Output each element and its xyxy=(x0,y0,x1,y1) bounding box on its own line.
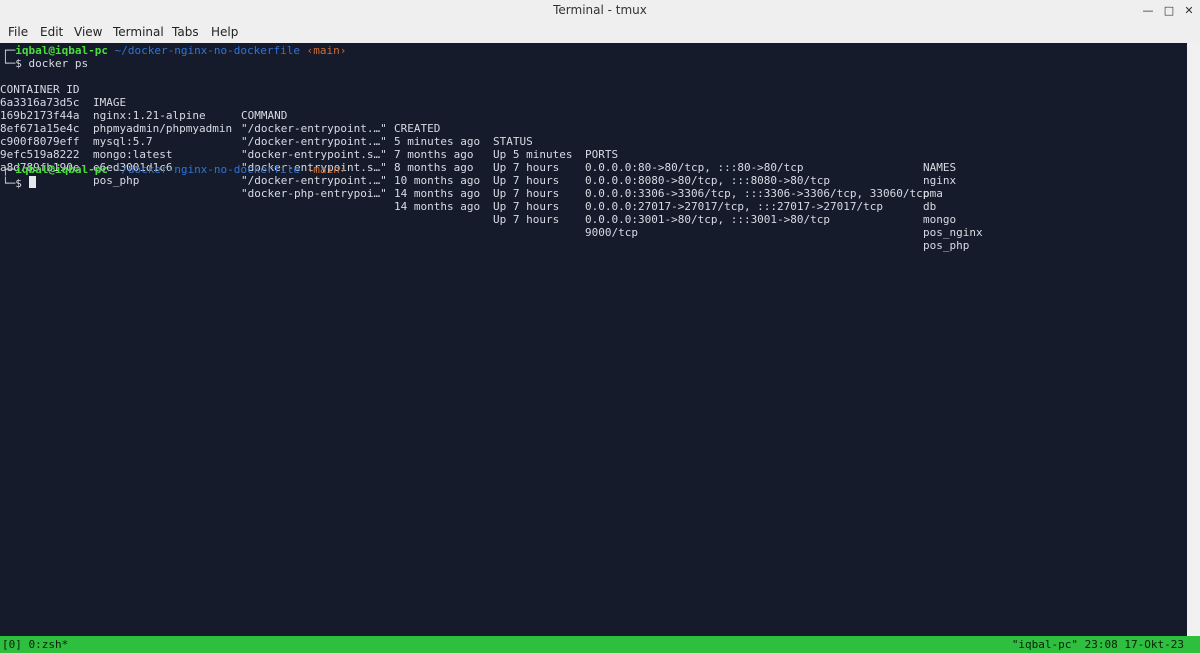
ps-cell: nginx:1.21-alpine xyxy=(93,109,206,122)
ps-cell: Up 7 hours xyxy=(493,174,560,187)
prompt-path: ~/docker-nginx-no-dockerfile xyxy=(114,163,301,176)
menu-tabs[interactable]: Tabs xyxy=(172,25,199,39)
ps-cell: "/docker-entrypoint.…" xyxy=(241,135,387,148)
ps-cell: pos_nginx xyxy=(923,226,983,239)
tmux-status-bar: [0] 0:zsh* "iqbal-pc" 23:08 17-Okt-23 xyxy=(0,636,1200,653)
prompt-user: iqbal@iqbal-pc xyxy=(15,163,108,176)
terminal-pane[interactable]: ┌─iqbal@iqbal-pc ~/docker-nginx-no-docke… xyxy=(0,43,1187,636)
table-row: 169b2173f44a phpmyadmin/phpmyadmin "/doc… xyxy=(0,96,943,200)
prompt-branch: ‹main› xyxy=(306,44,347,57)
ps-cell: "docker-php-entrypoi…" xyxy=(241,187,387,200)
ps-cell: 8 months ago xyxy=(394,161,474,174)
prompt-corner-icon: └─ xyxy=(2,177,16,190)
tmux-status-right: "iqbal-pc" 23:08 17-Okt-23 xyxy=(1011,638,1184,651)
tmux-window-list[interactable]: [0] 0:zsh* xyxy=(2,636,68,653)
ps-cell: 14 months ago xyxy=(394,187,481,200)
ps-cell: 0.0.0.0:3001->80/tcp, :::3001->80/tcp xyxy=(585,213,831,226)
ps-cell: phpmyadmin/phpmyadmin xyxy=(93,122,233,135)
ps-cell: Up 7 hours xyxy=(493,213,560,226)
title-bar: Terminal - tmux — □ ✕ xyxy=(0,0,1200,23)
window-title: Terminal - tmux xyxy=(553,3,647,17)
prompt-corner-icon: ┌─ xyxy=(2,44,16,57)
menu-view[interactable]: View xyxy=(74,25,102,39)
ps-cell: mongo xyxy=(923,213,957,226)
ps-cell: Up 5 minutes xyxy=(493,148,573,161)
ps-header-row: CONTAINER ID IMAGE COMMAND CREATED STATU… xyxy=(0,70,956,174)
cursor-icon xyxy=(28,176,36,188)
table-row: c900f8079eff mongo:latest "docker-entryp… xyxy=(0,122,956,226)
ps-cell: mongo:latest xyxy=(93,148,173,161)
ps-cell: 14 months ago xyxy=(394,200,481,213)
ps-cell: "/docker-entrypoint.…" xyxy=(241,122,387,135)
ps-header-cell: COMMAND xyxy=(241,109,288,122)
ps-cell: nginx xyxy=(923,174,957,187)
ps-cell: Up 7 hours xyxy=(493,161,560,174)
ps-cell: 0.0.0.0:27017->27017/tcp, :::27017->2701… xyxy=(585,200,884,213)
ps-cell: pos_php xyxy=(923,239,970,252)
table-row: 9efc519a8222 e6ed3001d1c6 "/docker-entry… xyxy=(0,135,983,239)
ps-cell: 0.0.0.0:3306->3306/tcp, :::3306->3306/tc… xyxy=(585,187,930,200)
ps-header-cell: STATUS xyxy=(493,135,533,148)
ps-cell: mysql:5.7 xyxy=(93,135,153,148)
ps-header-cell: CREATED xyxy=(394,122,441,135)
ps-header-cell: PORTS xyxy=(585,148,619,161)
ps-cell: 7 months ago xyxy=(394,148,474,161)
menu-terminal[interactable]: Terminal xyxy=(113,25,164,39)
ps-cell: Up 7 hours xyxy=(493,200,560,213)
scrollbar[interactable] xyxy=(1187,43,1200,636)
ps-cell: "docker-entrypoint.s…" xyxy=(241,148,387,161)
prompt-symbol: $ xyxy=(15,177,22,190)
input-line[interactable]: └─$ xyxy=(2,176,36,190)
menu-bar: File Edit View Terminal Tabs Help xyxy=(0,22,1200,43)
ps-cell: 0.0.0.0:80->80/tcp, :::80->80/tcp xyxy=(585,161,804,174)
menu-edit[interactable]: Edit xyxy=(40,25,63,39)
prompt-corner-icon: └─ xyxy=(2,57,16,70)
prompt-corner-icon: ┌─ xyxy=(2,163,16,176)
menu-file[interactable]: File xyxy=(8,25,28,39)
command-line: └─$ docker ps xyxy=(2,57,88,70)
prompt-line: ┌─iqbal@iqbal-pc ~/docker-nginx-no-docke… xyxy=(2,44,346,57)
ps-cell: Up 7 hours xyxy=(493,187,560,200)
ps-cell: 10 months ago xyxy=(394,174,481,187)
minimize-icon[interactable]: — xyxy=(1139,2,1157,20)
prompt-user: iqbal@iqbal-pc xyxy=(15,44,108,57)
close-icon[interactable]: ✕ xyxy=(1180,2,1198,20)
table-row: a8d789fb190e pos_php "docker-php-entrypo… xyxy=(0,148,969,252)
table-row: 8ef671a15e4c mysql:5.7 "docker-entrypoin… xyxy=(0,109,936,213)
ps-cell: 0.0.0.0:8080->80/tcp, :::8080->80/tcp xyxy=(585,174,831,187)
prompt-branch: ‹main› xyxy=(306,163,347,176)
ps-cell: 5 minutes ago xyxy=(394,135,481,148)
prompt-line: ┌─iqbal@iqbal-pc ~/docker-nginx-no-docke… xyxy=(2,163,346,176)
ps-cell: 9000/tcp xyxy=(585,226,638,239)
ps-cell: db xyxy=(923,200,937,213)
table-row: 6a3316a73d5c nginx:1.21-alpine "/docker-… xyxy=(0,83,956,187)
ps-header-cell: NAMES xyxy=(923,161,957,174)
prompt-path: ~/docker-nginx-no-dockerfile xyxy=(114,44,301,57)
maximize-icon[interactable]: □ xyxy=(1160,2,1178,20)
prompt-symbol: $ xyxy=(15,57,22,70)
command-text: docker ps xyxy=(28,57,89,70)
ps-header-cell: IMAGE xyxy=(93,96,127,109)
menu-help[interactable]: Help xyxy=(211,25,238,39)
